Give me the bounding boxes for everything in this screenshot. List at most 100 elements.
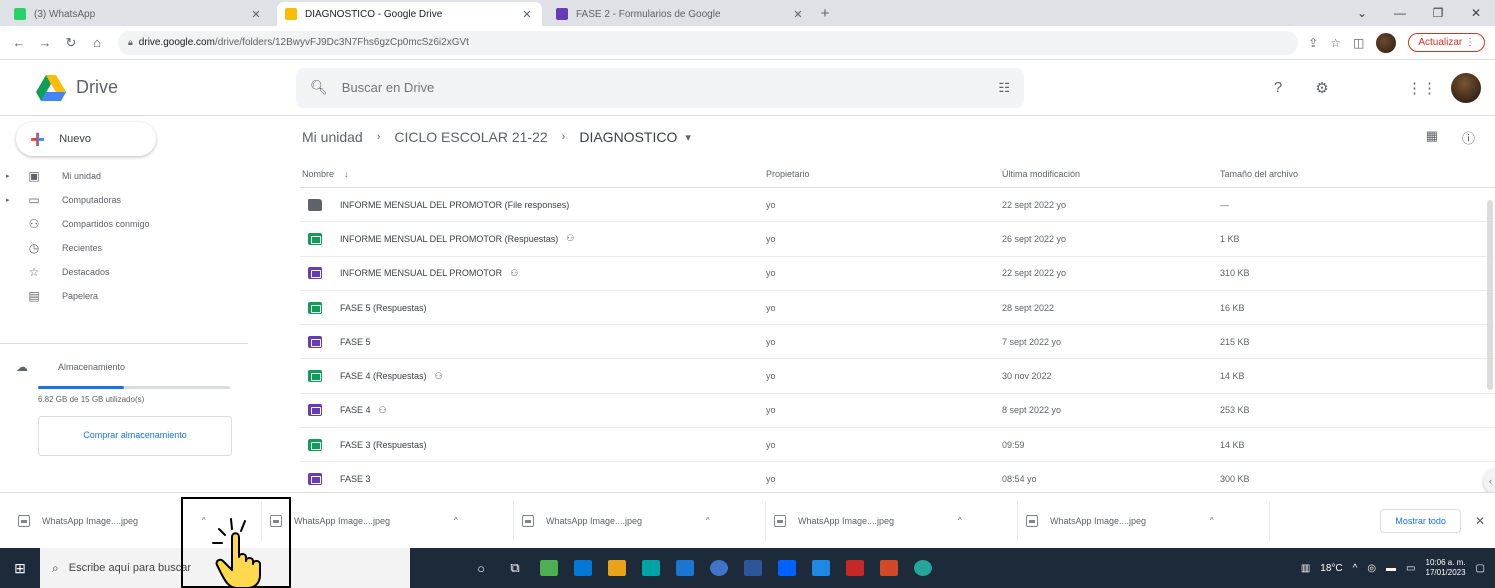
download-item[interactable]: WhatsApp Image....jpeg ^ (766, 500, 1018, 541)
close-download-bar-icon[interactable]: ✕ (1475, 514, 1485, 528)
windows-start-icon[interactable]: ⊞ (0, 560, 40, 577)
back-icon[interactable]: ← (6, 35, 32, 50)
download-options-caret-icon[interactable]: ^ (1210, 516, 1214, 525)
storage-link[interactable]: ☁ Almacenamiento (0, 356, 248, 378)
download-options-caret-icon[interactable]: ^ (706, 516, 710, 525)
browser-profile-avatar[interactable] (1376, 32, 1397, 53)
help-icon[interactable]: ? (1267, 79, 1289, 96)
reload-icon[interactable]: ↻ (58, 35, 84, 51)
table-row[interactable]: FASE 5 (Respuestas) yo 28 sept 2022 16 KB (300, 291, 1495, 326)
buy-storage-button[interactable]: Comprar almacenamiento (38, 416, 232, 456)
column-name[interactable]: Nombre ↓ (300, 169, 766, 179)
download-item[interactable]: WhatsApp Image....jpeg ^ (514, 500, 766, 541)
tab-close-icon[interactable]: ✕ (791, 8, 805, 21)
taskbar-app-icon[interactable] (906, 548, 940, 588)
search-options-icon[interactable]: ☷ (998, 80, 1010, 96)
browser-tab[interactable]: (3) WhatsApp ✕ (6, 2, 271, 26)
file-name-cell[interactable]: INFORME MENSUAL DEL PROMOTOR (File respo… (300, 198, 766, 211)
table-row[interactable]: FASE 4 ⚇ yo 8 sept 2022 yo 253 KB (300, 394, 1495, 429)
apps-grid-icon[interactable]: ⋮⋮ (1407, 79, 1437, 97)
bookmark-star-icon[interactable]: ☆ (1330, 36, 1341, 50)
settings-gear-icon[interactable]: ⚙ (1311, 79, 1333, 97)
table-row[interactable]: INFORME MENSUAL DEL PROMOTOR (Respuestas… (300, 222, 1495, 257)
sidebar-item-computadoras[interactable]: ▸ ▭ Computadoras (0, 188, 248, 212)
sidebar-item-recientes[interactable]: ◷ Recientes (0, 236, 248, 260)
minimize-button[interactable]: — (1381, 0, 1419, 26)
search-icon[interactable]: 🔍︎ (310, 79, 328, 96)
new-tab-button[interactable]: + (813, 2, 837, 26)
taskbar-app-icon[interactable] (838, 548, 872, 588)
word-icon[interactable] (736, 548, 770, 588)
powerpoint-icon[interactable] (872, 548, 906, 588)
download-item[interactable]: WhatsApp Image....jpeg ^ (1018, 500, 1270, 541)
sort-down-arrow-icon[interactable]: ↓ (344, 169, 349, 179)
task-view-icon[interactable]: ⧉ (498, 548, 532, 588)
folder-menu-chevron-down-icon[interactable]: ▾ (685, 131, 691, 144)
update-button[interactable]: Actualizar ⋮ (1408, 33, 1485, 52)
tray-chevron-up-icon[interactable]: ^ (1353, 563, 1358, 574)
sidepanel-icon[interactable]: ◫ (1353, 36, 1364, 50)
sidebar-item-destacados[interactable]: ☆ Destacados (0, 260, 248, 284)
breadcrumb-ciclo-escolar[interactable]: CICLO ESCOLAR 21-22 (392, 129, 549, 145)
tab-close-icon[interactable]: ✕ (249, 8, 263, 21)
file-name-cell[interactable]: INFORME MENSUAL DEL PROMOTOR ⚇ (300, 267, 766, 280)
show-all-downloads-button[interactable]: Mostrar todo (1380, 508, 1461, 533)
file-name-cell[interactable]: FASE 3 (Respuestas) (300, 438, 766, 451)
taskbar-app-icon[interactable] (532, 548, 566, 588)
share-icon[interactable]: ⇪ (1308, 36, 1318, 50)
taskbar-app-icon[interactable] (804, 548, 838, 588)
home-icon[interactable]: ⌂ (84, 35, 110, 50)
taskbar-app-icon[interactable] (668, 548, 702, 588)
table-row[interactable]: FASE 3 (Respuestas) yo 09:59 14 KB (300, 428, 1495, 463)
list-scrollbar[interactable] (1487, 160, 1495, 460)
network-icon[interactable]: ◎ (1367, 563, 1376, 574)
file-name-cell[interactable]: FASE 4 (Respuestas) ⚇ (300, 370, 766, 383)
expand-caret-icon[interactable]: ▸ (6, 196, 16, 204)
sidebar-item-compartidos-conmigo[interactable]: ⚇ Compartidos conmigo (0, 212, 248, 236)
file-name-cell[interactable]: FASE 5 (300, 335, 766, 348)
file-name-cell[interactable]: FASE 5 (Respuestas) (300, 301, 766, 314)
sidebar-item-papelera[interactable]: ▤ Papelera (0, 284, 248, 308)
weather-icon[interactable]: ▥ (1301, 563, 1310, 574)
column-size[interactable]: Tamaño del archivo (1220, 169, 1420, 179)
table-row[interactable]: FASE 4 (Respuestas) ⚇ yo 30 nov 2022 14 KB (300, 359, 1495, 394)
table-row[interactable]: INFORME MENSUAL DEL PROMOTOR (File respo… (300, 188, 1495, 223)
forward-icon[interactable]: → (32, 35, 58, 50)
url-field[interactable]: 🔒︎ drive.google.com/drive/folders/12Bwyv… (118, 30, 1298, 55)
sidebar-item-mi-unidad[interactable]: ▸ ▣ Mi unidad (0, 164, 248, 188)
browser-tab[interactable]: DIAGNOSTICO - Google Drive ✕ (277, 2, 542, 26)
file-name-cell[interactable]: INFORME MENSUAL DEL PROMOTOR (Respuestas… (300, 232, 766, 245)
file-name-cell[interactable]: FASE 3 (300, 473, 766, 486)
volume-icon[interactable]: ▭ (1406, 563, 1415, 574)
info-icon[interactable]: ⓘ (1462, 128, 1475, 147)
account-avatar[interactable] (1451, 72, 1481, 103)
taskbar-app-icon[interactable] (600, 548, 634, 588)
download-options-caret-icon[interactable]: ^ (454, 516, 458, 525)
tab-search-icon[interactable]: ⌄ (1343, 0, 1381, 26)
taskbar-app-icon[interactable] (634, 548, 668, 588)
table-row[interactable]: FASE 5 yo 7 sept 2022 yo 215 KB (300, 325, 1495, 360)
keyboard-icon[interactable]: ▬ (1386, 563, 1396, 574)
new-button[interactable]: + Nuevo (16, 122, 156, 156)
scrollbar-thumb[interactable] (1487, 200, 1493, 390)
breadcrumb-current-folder[interactable]: DIAGNOSTICO (577, 129, 679, 145)
download-options-caret-icon[interactable]: ^ (958, 516, 962, 525)
file-name-cell[interactable]: FASE 4 ⚇ (300, 404, 766, 417)
breadcrumb-my-drive[interactable]: Mi unidad (300, 129, 365, 145)
tab-close-icon[interactable]: ✕ (520, 8, 534, 21)
grid-view-icon[interactable]: ▦ (1426, 128, 1438, 147)
browser-tab[interactable]: FASE 2 - Formularios de Google ✕ (548, 2, 813, 26)
close-window-button[interactable]: ✕ (1457, 0, 1495, 26)
cortana-icon[interactable]: ○ (464, 548, 498, 588)
taskbar-app-icon[interactable] (566, 548, 600, 588)
table-row[interactable]: INFORME MENSUAL DEL PROMOTOR ⚇ yo 22 sept 2… (300, 257, 1495, 291)
download-item[interactable]: WhatsApp Image....jpeg ^ (262, 500, 514, 541)
drive-logo[interactable]: Drive (36, 74, 296, 101)
chrome-icon[interactable] (702, 548, 736, 588)
search-input[interactable] (341, 80, 999, 95)
restore-button[interactable]: ❐ (1419, 0, 1457, 26)
dropbox-icon[interactable] (770, 548, 804, 588)
notifications-icon[interactable]: ▢ (1476, 563, 1485, 574)
column-modified[interactable]: Última modificación (1002, 169, 1220, 179)
clock[interactable]: 10:06 a. m. 17/01/2023 (1426, 558, 1466, 579)
